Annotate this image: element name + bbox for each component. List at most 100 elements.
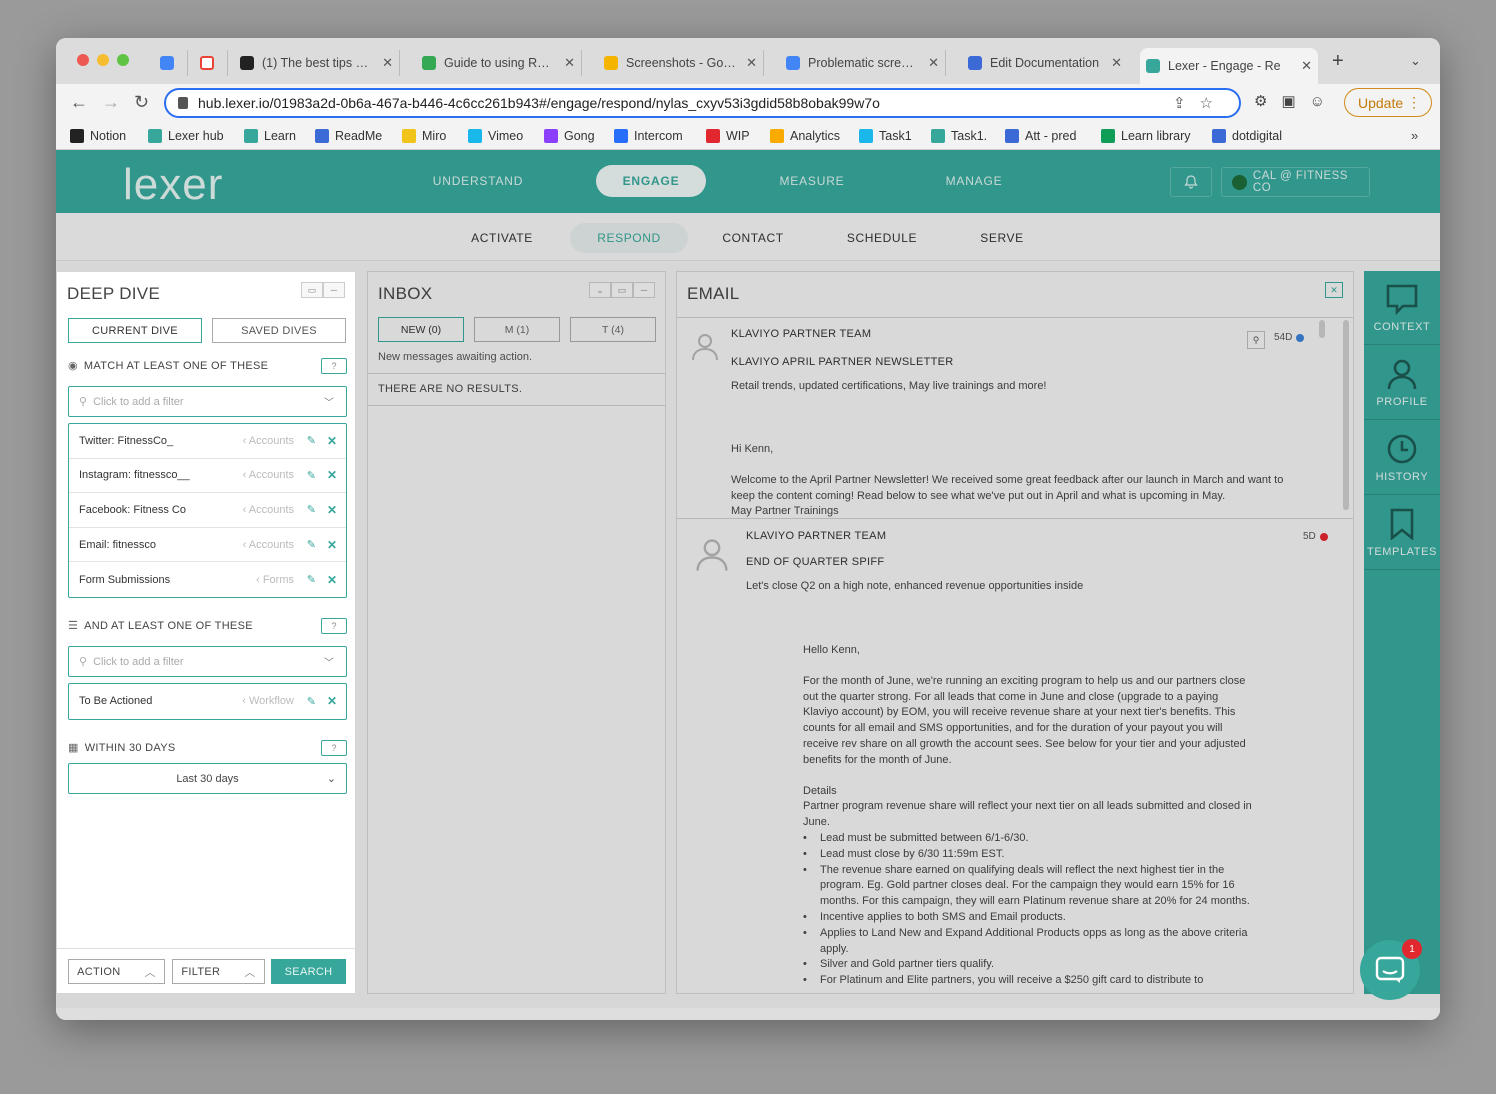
rail-templates[interactable]: TEMPLATES — [1364, 496, 1440, 570]
bookmark-item[interactable]: Task1 — [859, 129, 912, 143]
close-window-button[interactable] — [77, 54, 89, 66]
zoom-window-button[interactable] — [117, 54, 129, 66]
bookmark-item[interactable]: Learn — [244, 129, 296, 143]
minimize-icon[interactable]: ─ — [323, 282, 345, 298]
bookmark-item[interactable]: Intercom — [614, 129, 683, 143]
new-tab-button[interactable]: + — [1332, 50, 1344, 73]
filter-row[interactable]: Instagram: fitnessco__ ‹ Accounts ✎ ✕ — [69, 459, 346, 494]
action-button[interactable]: ACTION ︿ — [68, 959, 165, 984]
email-scrollbar[interactable] — [1343, 320, 1349, 510]
bookmark-item[interactable]: Notion — [70, 129, 126, 143]
tab-new[interactable]: NEW (0) — [378, 317, 464, 342]
expand-icon[interactable]: ▭ — [611, 282, 633, 298]
bookmark-item[interactable]: Vimeo — [468, 129, 523, 143]
filter-row[interactable]: Form Submissions ‹ Forms ✎ ✕ — [69, 562, 346, 597]
tab-current-dive[interactable]: CURRENT DIVE — [68, 318, 202, 343]
nav-engage[interactable]: ENGAGE — [596, 165, 706, 197]
date-range-select[interactable]: Last 30 days ⌄ — [68, 763, 347, 794]
tab-search-chevron-icon[interactable]: ⌄ — [1410, 53, 1421, 69]
filter-button[interactable]: FILTER ︿ — [172, 959, 265, 984]
tab-screenshots[interactable]: Screenshots - Googl ✕ — [598, 50, 764, 76]
bookmark-item[interactable]: Learn library — [1101, 129, 1190, 143]
close-tab-icon[interactable]: ✕ — [1111, 55, 1122, 71]
nav-measure[interactable]: MEASURE — [756, 165, 868, 197]
help-button[interactable]: ? — [321, 740, 347, 756]
minimize-icon[interactable]: ─ — [633, 282, 655, 298]
subnav-serve[interactable]: SERVE — [964, 223, 1040, 253]
forward-arrow-icon[interactable]: → — [102, 92, 120, 113]
remove-icon[interactable]: ✕ — [327, 573, 337, 587]
subnav-activate[interactable]: ACTIVATE — [456, 223, 548, 253]
bookmark-item[interactable]: Task1. — [931, 129, 987, 143]
tab-m[interactable]: M (1) — [474, 317, 560, 342]
notifications-bell-icon[interactable] — [1170, 167, 1212, 197]
account-menu[interactable]: CAL @ FITNESS CO — [1221, 167, 1370, 197]
bookmark-item[interactable]: dotdigital — [1212, 129, 1282, 143]
tab-saved-dives[interactable]: SAVED DIVES — [212, 318, 346, 343]
close-tab-icon[interactable]: ✕ — [746, 55, 757, 71]
minimize-window-button[interactable] — [97, 54, 109, 66]
filter-row[interactable]: Email: fitnessco ‹ Accounts ✎ ✕ — [69, 528, 346, 563]
close-tab-icon[interactable]: ✕ — [928, 55, 939, 71]
help-button[interactable]: ? — [321, 358, 347, 374]
rail-history[interactable]: HISTORY — [1364, 421, 1440, 495]
tab-guide[interactable]: Guide to using Resp ✕ — [416, 50, 582, 76]
pencil-icon[interactable]: ✎ — [307, 469, 316, 482]
address-bar[interactable]: hub.lexer.io/01983a2d-0b6a-467a-b446-4c6… — [164, 88, 1241, 118]
nav-manage[interactable]: MANAGE — [918, 165, 1030, 197]
nav-understand[interactable]: UNDERSTAND — [416, 165, 540, 197]
bookmark-item[interactable]: Lexer hub — [148, 129, 224, 143]
pencil-icon[interactable]: ✎ — [307, 695, 316, 708]
bookmark-item[interactable]: Analytics — [770, 129, 840, 143]
remove-icon[interactable]: ✕ — [327, 538, 337, 552]
expand-icon[interactable]: ▭ — [301, 282, 323, 298]
help-button[interactable]: ? — [321, 618, 347, 634]
filter-row[interactable]: To Be Actioned ‹ Workflow ✎ ✕ — [69, 684, 346, 719]
rail-context[interactable]: CONTEXT — [1364, 271, 1440, 345]
bookmark-item[interactable]: Gong — [544, 129, 595, 143]
filter-input[interactable]: ⚲ Click to add a filter ﹀ — [68, 646, 347, 677]
close-tab-icon[interactable]: ✕ — [382, 55, 393, 71]
search-icon[interactable]: ⚲ — [1247, 331, 1265, 349]
email-message[interactable]: KLAVIYO PARTNER TEAM KLAVIYO APRIL PARTN… — [677, 317, 1353, 519]
collapse-icon[interactable]: ⌄ — [589, 282, 611, 298]
tab-gmail[interactable] — [194, 50, 228, 76]
more-bookmarks-icon[interactable]: » — [1411, 128, 1418, 143]
filter-row[interactable]: Facebook: Fitness Co ‹ Accounts ✎ ✕ — [69, 493, 346, 528]
remove-icon[interactable]: ✕ — [327, 434, 337, 448]
pencil-icon[interactable]: ✎ — [307, 503, 316, 516]
bookmark-item[interactable]: Att - pred — [1005, 129, 1076, 143]
pencil-icon[interactable]: ✎ — [307, 538, 316, 551]
share-star-icons[interactable]: ⇪☆ — [1173, 94, 1227, 112]
close-tab-icon[interactable]: ✕ — [564, 55, 575, 71]
close-icon[interactable]: ✕ — [1325, 282, 1343, 298]
back-arrow-icon[interactable]: ← — [70, 92, 88, 113]
tab-t[interactable]: T (4) — [570, 317, 656, 342]
filter-row[interactable]: Twitter: FitnessCo_ ‹ Accounts ✎ ✕ — [69, 424, 346, 459]
remove-icon[interactable]: ✕ — [327, 468, 337, 482]
email-message[interactable]: KLAVIYO PARTNER TEAM END OF QUARTER SPIF… — [677, 518, 1353, 993]
update-button[interactable]: Update ⋮ — [1344, 88, 1432, 117]
search-button[interactable]: SEARCH — [271, 959, 346, 984]
tab-google-calendar[interactable] — [154, 50, 188, 76]
subnav-contact[interactable]: CONTACT — [708, 223, 798, 253]
reload-icon[interactable]: ↻ — [134, 92, 149, 113]
tab-problematic[interactable]: Problematic screens ✕ — [780, 50, 946, 76]
lexer-logo[interactable]: lexer — [123, 160, 223, 210]
scrollbar[interactable] — [1319, 320, 1325, 338]
subnav-schedule[interactable]: SCHEDULE — [836, 223, 928, 253]
tab-lexer[interactable]: Lexer - Engage - Re ✕ — [1140, 48, 1318, 84]
pencil-icon[interactable]: ✎ — [307, 573, 316, 586]
bookmark-item[interactable]: ReadMe — [315, 129, 382, 143]
bookmark-item[interactable]: Miro — [402, 129, 446, 143]
extension-icons[interactable]: ⚙▣☺ — [1254, 92, 1339, 110]
subnav-respond[interactable]: RESPOND — [570, 223, 688, 253]
pencil-icon[interactable]: ✎ — [307, 434, 316, 447]
tab-edit-documentation[interactable]: Edit Documentation ✕ — [962, 50, 1128, 76]
filter-input[interactable]: ⚲ Click to add a filter ﹀ — [68, 386, 347, 417]
remove-icon[interactable]: ✕ — [327, 503, 337, 517]
tab-notion[interactable]: (1) The best tips and ✕ — [234, 50, 400, 76]
close-tab-icon[interactable]: ✕ — [1301, 58, 1312, 74]
rail-profile[interactable]: PROFILE — [1364, 346, 1440, 420]
bookmark-item[interactable]: WIP — [706, 129, 750, 143]
